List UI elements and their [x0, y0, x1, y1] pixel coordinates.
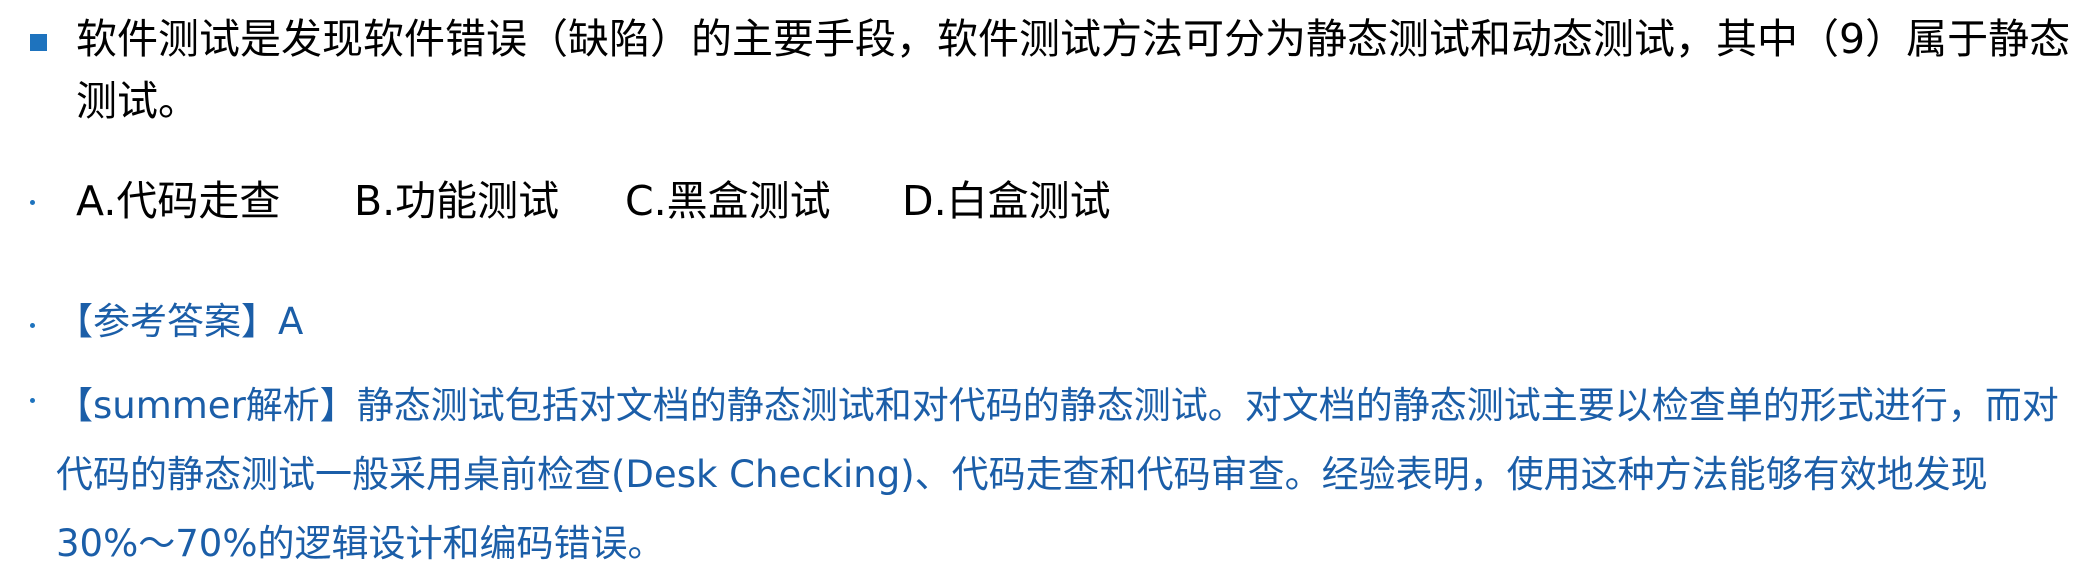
square-bullet-icon: [30, 34, 47, 51]
slide: 软件测试是发现软件错误（缺陷）的主要手段，软件测试方法可分为静态测试和动态测试，…: [0, 0, 2083, 565]
analysis-text: 【summer解析】静态测试包括对文档的静态测试和对代码的静态测试。对文档的静态…: [56, 384, 2059, 565]
option-c: C.黑盒测试: [625, 177, 831, 225]
answer-block: 【参考答案】A: [0, 296, 2083, 348]
question-text: 软件测试是发现软件错误（缺陷）的主要手段，软件测试方法可分为静态测试和动态测试，…: [76, 15, 2071, 125]
reference-answer: 【参考答案】A: [56, 300, 304, 343]
dot-bullet-icon: [30, 323, 35, 328]
option-a: A.代码走查: [76, 177, 281, 225]
option-b: B.功能测试: [354, 177, 560, 225]
dot-bullet-icon: [30, 398, 35, 403]
dot-bullet-icon: [30, 200, 35, 205]
options-row: A.代码走查 B.功能测试 C.黑盒测试 D.白盒测试: [0, 170, 2083, 232]
option-d: D.白盒测试: [902, 177, 1111, 225]
